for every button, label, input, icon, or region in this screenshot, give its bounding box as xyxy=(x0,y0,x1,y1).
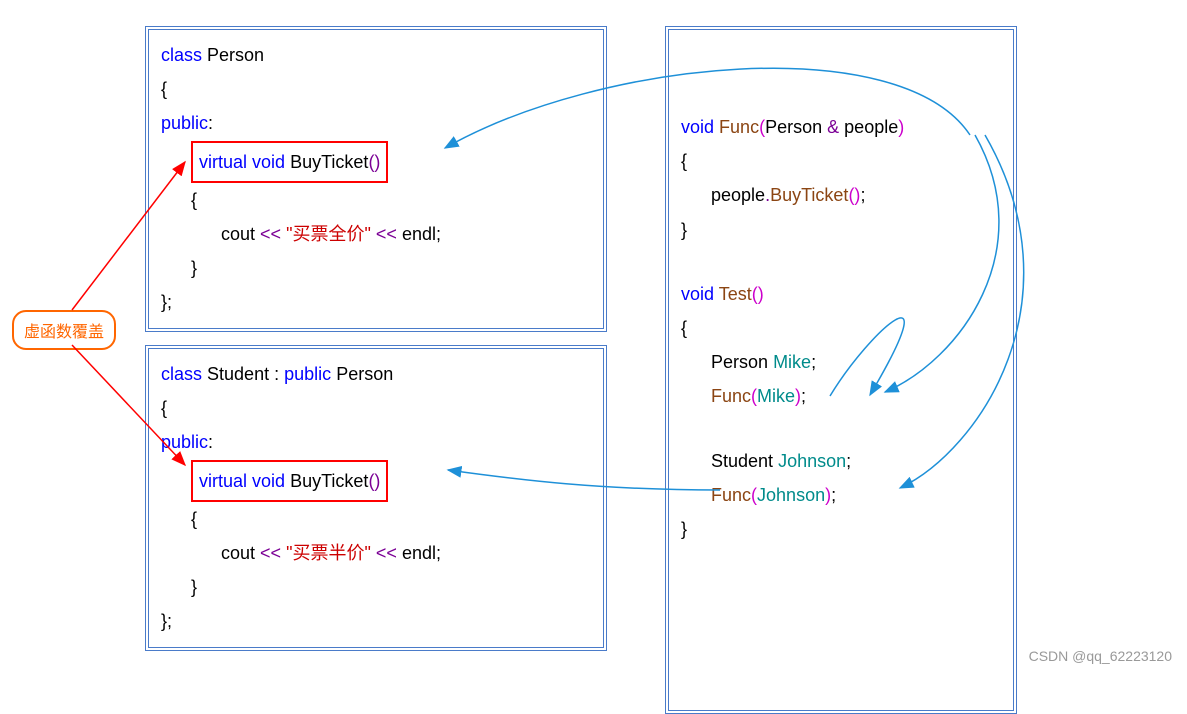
student-line-8: }; xyxy=(161,604,591,638)
code-box-student: class Student : public Person { public: … xyxy=(145,345,607,651)
student-line-3: public: xyxy=(161,425,591,459)
test-line-6: Func(Johnson); xyxy=(681,478,1001,512)
func-line-1: void Func(Person & people) xyxy=(681,110,1001,144)
student-line-5: { xyxy=(161,502,591,536)
test-line-7: } xyxy=(681,512,1001,546)
callout-virtual-override: 虚函数覆盖 xyxy=(12,310,116,350)
person-line-8: }; xyxy=(161,285,591,319)
func-line-2: { xyxy=(681,144,1001,178)
student-virtual-box: virtual void BuyTicket() xyxy=(191,460,388,502)
func-line-4: } xyxy=(681,213,1001,247)
person-line-3: public: xyxy=(161,106,591,140)
callout-label: 虚函数覆盖 xyxy=(24,324,104,341)
test-line-1: void Test() xyxy=(681,277,1001,311)
person-line-5: { xyxy=(161,183,591,217)
watermark: CSDN @qq_62223120 xyxy=(1029,648,1172,664)
person-line-6: cout << "买票全价" << endl; xyxy=(161,217,591,251)
code-box-person: class Person { public: virtual void BuyT… xyxy=(145,26,607,332)
func-line-3: people.BuyTicket(); xyxy=(681,178,1001,212)
test-line-2: { xyxy=(681,311,1001,345)
person-line-7: } xyxy=(161,251,591,285)
student-line-4: virtual void BuyTicket() xyxy=(161,460,591,502)
person-virtual-box: virtual void BuyTicket() xyxy=(191,141,388,183)
person-line-1: class Person xyxy=(161,38,591,72)
test-line-3: Person Mike; xyxy=(681,345,1001,379)
test-line-5: Student Johnson; xyxy=(681,444,1001,478)
code-box-func: void Func(Person & people) { people.BuyT… xyxy=(665,26,1017,714)
student-line-1: class Student : public Person xyxy=(161,357,591,391)
student-line-6: cout << "买票半价" << endl; xyxy=(161,536,591,570)
student-line-2: { xyxy=(161,391,591,425)
person-line-4: virtual void BuyTicket() xyxy=(161,141,591,183)
test-line-4: Func(Mike); xyxy=(681,379,1001,413)
person-line-2: { xyxy=(161,72,591,106)
student-line-7: } xyxy=(161,570,591,604)
